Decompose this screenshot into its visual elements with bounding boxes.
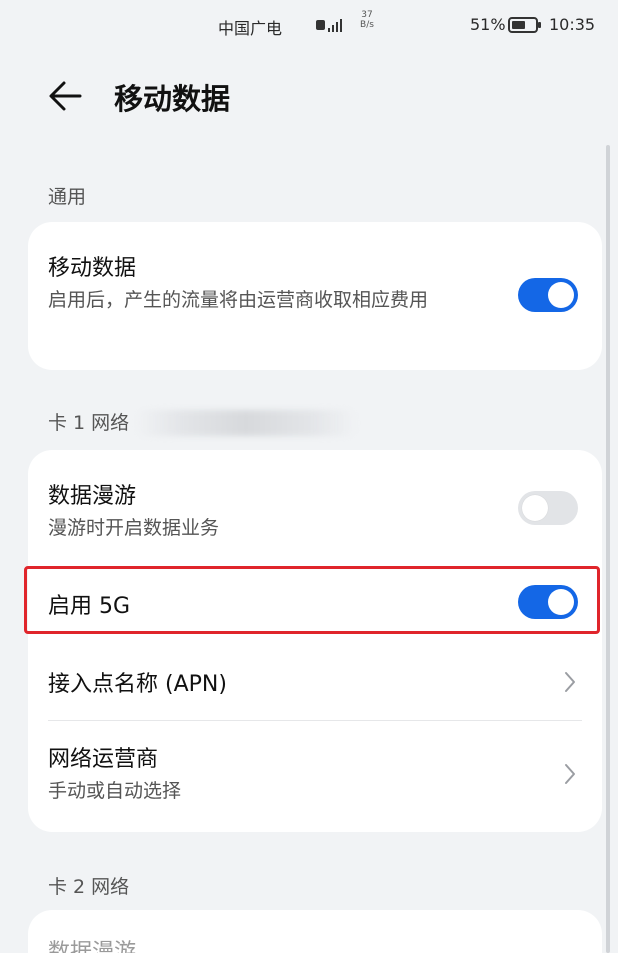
card-general: 移动数据 启用后，产生的流量将由运营商收取相应费用: [28, 222, 602, 370]
row-network-operator[interactable]: 网络运营商 手动或自动选择: [28, 721, 602, 832]
data-roaming-title: 数据漫游: [48, 484, 137, 509]
battery-icon: [508, 17, 541, 33]
toggle-knob: [522, 495, 548, 521]
card-sim2: 数据漫游: [28, 910, 602, 953]
row-apn[interactable]: 接入点名称 (APN): [28, 640, 602, 720]
row-data-roaming[interactable]: 数据漫游 漫游时开启数据业务: [28, 450, 602, 562]
section-label-general: 通用: [48, 186, 87, 208]
card-sim1: 数据漫游 漫游时开启数据业务 启用 5G 接入点名称 (APN) 网络运营商 手…: [28, 450, 602, 832]
mobile-data-subtitle: 启用后，产生的流量将由运营商收取相应费用: [48, 289, 429, 311]
highlight-annotation: [24, 566, 600, 634]
app-bar: 移动数据: [0, 64, 618, 134]
mobile-data-title: 移动数据: [48, 256, 137, 281]
apn-title: 接入点名称 (APN): [48, 672, 227, 697]
clock: 10:35: [549, 15, 596, 34]
network-speed: 37 B/s: [356, 10, 378, 30]
chevron-right-icon: [565, 672, 575, 692]
scrollbar[interactable]: [606, 145, 610, 953]
toggle-knob: [548, 282, 574, 308]
sim2-data-roaming-title[interactable]: 数据漫游: [48, 934, 136, 953]
data-roaming-subtitle: 漫游时开启数据业务: [48, 517, 220, 539]
arrow-left-icon[interactable]: [46, 78, 86, 114]
network-speed-unit: B/s: [360, 20, 374, 30]
data-roaming-toggle[interactable]: [518, 491, 578, 525]
carrier-label: 中国广电: [218, 19, 283, 38]
network-operator-subtitle: 手动或自动选择: [48, 780, 182, 802]
page-title: 移动数据: [114, 82, 231, 116]
network-speed-value: 37: [361, 10, 373, 20]
network-operator-title: 网络运营商: [48, 747, 159, 772]
signal-icon: [316, 19, 342, 32]
battery-percent: 51%: [470, 15, 506, 34]
row-mobile-data[interactable]: 移动数据 启用后，产生的流量将由运营商收取相应费用: [28, 222, 602, 370]
redacted-operator-name: [136, 410, 356, 436]
section-label-sim1: 卡 1 网络: [48, 412, 130, 434]
section-label-sim2: 卡 2 网络: [48, 876, 130, 898]
chevron-right-icon: [565, 764, 575, 784]
status-bar: 中国广电 37 B/s 51% 10:35: [0, 0, 618, 54]
screen: 中国广电 37 B/s 51% 10:35 移动数据 通用 移动数据 启用后，产…: [0, 0, 618, 953]
mobile-data-toggle[interactable]: [518, 278, 578, 312]
